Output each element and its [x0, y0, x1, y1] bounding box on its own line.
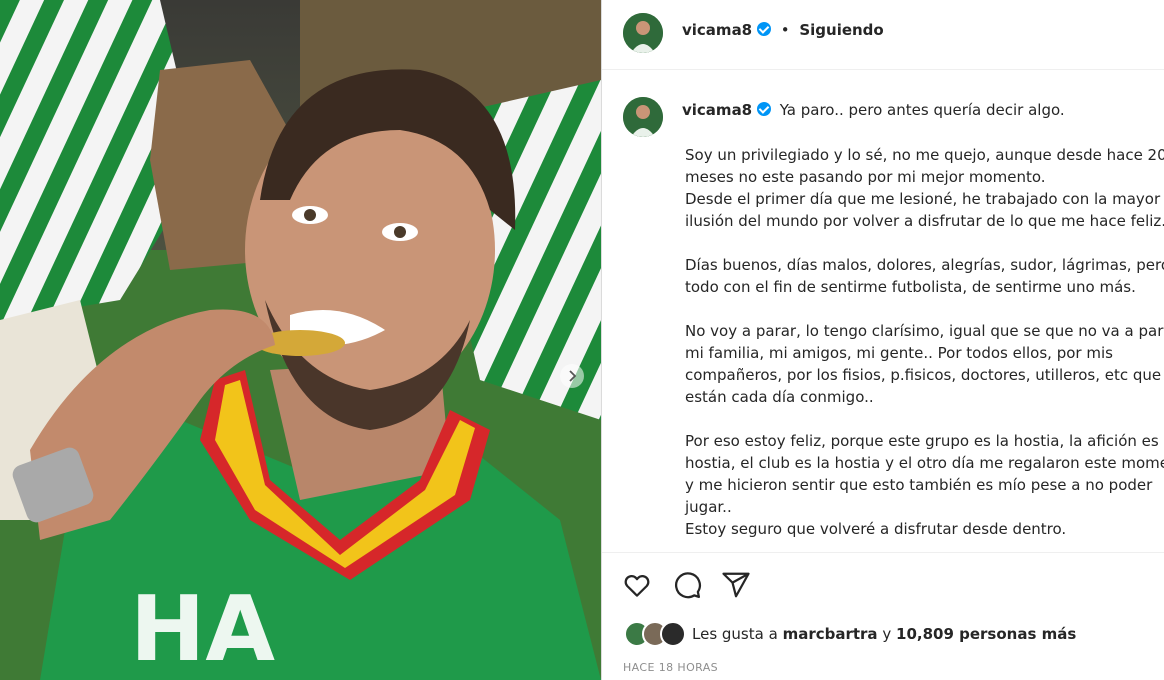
likes-summary: Les gusta a marcbartra y 10,809 personas… [692, 625, 1076, 643]
avatar[interactable] [623, 13, 663, 53]
post-header: vicama8 • Siguiendo [602, 0, 1164, 70]
like-button[interactable] [622, 570, 652, 600]
avatar-image [623, 13, 663, 53]
caption-body: Soy un privilegiado y lo sé, no me quejo… [685, 146, 1164, 538]
post-photo[interactable]: HA [0, 0, 601, 680]
heart-icon [624, 574, 650, 597]
comment-button[interactable] [672, 570, 702, 600]
post-side-panel: vicama8 • Siguiendo vicama8 Ya paro.. pe… [601, 0, 1164, 680]
caption-username[interactable]: vicama8 [682, 101, 752, 119]
chevron-right-icon [569, 370, 577, 382]
post-actions: Les gusta a marcbartra y 10,809 personas… [602, 552, 1164, 680]
caption-first-line: vicama8 Ya paro.. pero antes quería deci… [682, 101, 1065, 119]
header-line: vicama8 • Siguiendo [682, 21, 884, 39]
likes-user-link[interactable]: marcbartra [783, 625, 878, 643]
verified-badge-icon [756, 102, 771, 116]
carousel-next-button[interactable] [560, 364, 584, 388]
share-button[interactable] [721, 570, 751, 600]
likes-count-link[interactable]: 10,809 personas más [896, 625, 1076, 643]
comment-bubble-icon [675, 572, 701, 599]
following-button[interactable]: Siguiendo [799, 21, 883, 39]
likes-connector: y [882, 625, 892, 643]
post-timestamp[interactable]: HACE 18 HORAS [623, 661, 718, 674]
verified-badge-icon [756, 22, 771, 36]
caption-avatar[interactable] [623, 97, 663, 137]
caption-text-intro: Ya paro.. pero antes quería decir algo. [779, 101, 1065, 119]
avatar-image [623, 97, 663, 137]
liker-avatar [660, 621, 686, 647]
likes-prefix: Les gusta a [692, 625, 778, 643]
likes-row: Les gusta a marcbartra y 10,809 personas… [624, 621, 1076, 647]
separator-dot: • [780, 21, 790, 39]
svg-text:HA: HA [130, 577, 275, 680]
header-username[interactable]: vicama8 [682, 21, 752, 39]
paper-plane-icon [722, 572, 750, 598]
photo-illustration: HA [0, 0, 601, 680]
